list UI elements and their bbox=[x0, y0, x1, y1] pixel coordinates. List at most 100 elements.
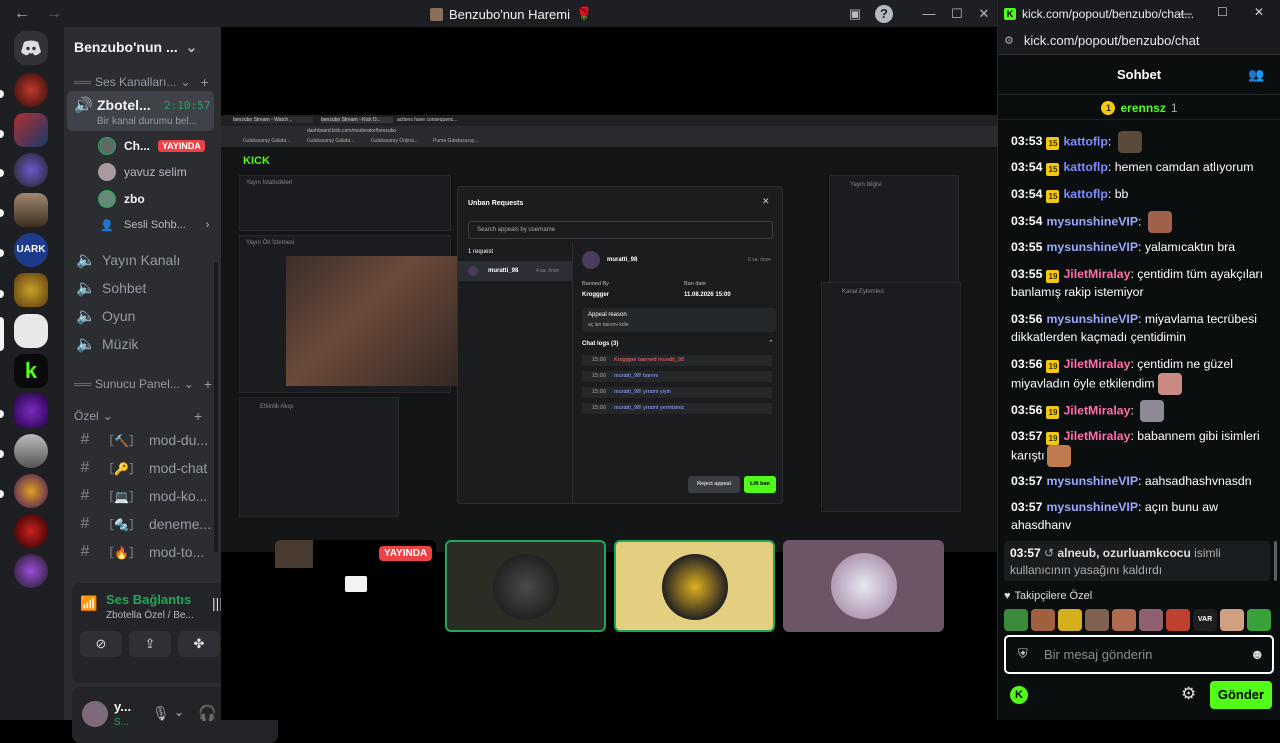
channel-sohbet[interactable]: 🔈 Sohbet bbox=[76, 275, 216, 301]
emote-icon[interactable] bbox=[1004, 609, 1028, 631]
server-icon-5[interactable]: UARK bbox=[14, 233, 48, 267]
emote-icon[interactable] bbox=[1166, 609, 1190, 631]
plus-icon[interactable]: + bbox=[194, 408, 202, 424]
message-username[interactable]: kattoflp bbox=[1063, 187, 1107, 201]
chat-input[interactable]: ⛨ Bir mesaj gönderin ☻ bbox=[1004, 635, 1274, 674]
server-icon-11[interactable] bbox=[14, 514, 48, 548]
category-private[interactable]: Özel ⌄ + bbox=[74, 408, 202, 424]
site-settings-icon[interactable]: ⚙ bbox=[1004, 34, 1014, 47]
emote-icon[interactable] bbox=[1139, 609, 1163, 631]
server-icon-8[interactable] bbox=[14, 394, 48, 428]
server-icon-10[interactable] bbox=[14, 474, 48, 508]
minimize-icon[interactable]: — bbox=[920, 5, 938, 23]
avatar[interactable] bbox=[82, 701, 108, 727]
inbox-icon[interactable]: ▣ bbox=[846, 5, 864, 23]
server-icon-2[interactable] bbox=[14, 113, 48, 147]
channel-mod-to[interactable]: # ［🔥］ mod-to... bbox=[76, 539, 216, 565]
channel-oyun[interactable]: 🔈 Oyun bbox=[76, 303, 216, 329]
server-icon-12[interactable] bbox=[14, 554, 48, 588]
chat-message: 03:55 mysunshineVIP: yalamıcaktın bra bbox=[1011, 238, 1273, 256]
rose-icon: 🌹 bbox=[576, 6, 593, 21]
message-username[interactable]: JiletMiralay bbox=[1063, 267, 1130, 281]
stream-tile-live[interactable]: YAYINDA bbox=[275, 540, 436, 632]
message-username[interactable]: JiletMiralay bbox=[1063, 403, 1130, 417]
microphone-icon[interactable]: 🎙 bbox=[152, 705, 170, 722]
chat-scrollbar[interactable] bbox=[1274, 541, 1277, 581]
gear-icon[interactable]: ⚙ bbox=[1181, 684, 1196, 704]
var-emote-icon[interactable]: VAR bbox=[1193, 609, 1217, 631]
forward-arrow-icon[interactable]: → bbox=[46, 5, 64, 23]
channel-mod-chat[interactable]: # ［🔑］ mod-chat bbox=[76, 455, 216, 481]
server-icon-9[interactable] bbox=[14, 434, 48, 468]
category-panel[interactable]: ══ Sunucu Panel... ⌄ + bbox=[74, 376, 212, 392]
server-icon-3[interactable] bbox=[14, 153, 48, 187]
maximize-icon[interactable]: ☐ bbox=[948, 5, 966, 23]
close-icon[interactable]: ✕ bbox=[975, 5, 993, 23]
users-icon[interactable]: 👥 bbox=[1248, 67, 1264, 83]
emote-icon[interactable] bbox=[1031, 609, 1055, 631]
voice-user-3[interactable]: zbo bbox=[98, 187, 145, 211]
channel-mod-ko[interactable]: # ［💻］ mod-ko... bbox=[76, 483, 216, 509]
emote-icon[interactable] bbox=[1220, 609, 1244, 631]
emoji-icon[interactable]: ☻ bbox=[1250, 646, 1265, 662]
reject-appeal-button[interactable]: Reject appeal bbox=[688, 476, 740, 493]
kick-address-bar[interactable]: ⚙ kick.com/popout/benzubo/chat bbox=[998, 27, 1280, 55]
message-username[interactable]: mysunshineVIP bbox=[1046, 214, 1138, 228]
discord-home-icon[interactable] bbox=[14, 31, 48, 65]
participant-tile-1[interactable] bbox=[445, 540, 606, 632]
voice-user-4[interactable]: 👤 Sesli Sohb... › bbox=[98, 213, 209, 237]
message-username[interactable]: mysunshineVIP bbox=[1046, 312, 1138, 326]
voice-user-1[interactable]: Ch... YAYINDA bbox=[98, 134, 205, 158]
screen-share-view[interactable]: benzubo Stream - Watch... benzubo Stream… bbox=[221, 115, 997, 552]
kick-logo: KICK bbox=[243, 155, 270, 167]
appeal-list-item[interactable]: muratti_98 4 sa. önce bbox=[458, 261, 572, 281]
emote-icon[interactable] bbox=[1085, 609, 1109, 631]
channel-muzik[interactable]: 🔈 Müzik bbox=[76, 331, 216, 357]
close-icon[interactable]: ✕ bbox=[1254, 5, 1264, 19]
send-button[interactable]: Gönder bbox=[1210, 681, 1272, 709]
back-arrow-icon[interactable]: ← bbox=[14, 5, 32, 23]
server-icon-6[interactable] bbox=[14, 273, 48, 307]
sidebar-scrollbar[interactable] bbox=[214, 262, 218, 552]
screen-share-button[interactable]: ⇪ bbox=[129, 631, 171, 657]
voice-user-2[interactable]: yavuz selim bbox=[98, 160, 187, 184]
plus-icon[interactable]: + bbox=[200, 74, 208, 90]
help-icon[interactable]: ? bbox=[875, 5, 893, 23]
appeal-reason-box: Appeal reason aç lan banımı kdle bbox=[582, 308, 776, 332]
lift-ban-button[interactable]: Lift ban bbox=[744, 476, 776, 493]
activities-button[interactable]: ✤ bbox=[178, 631, 220, 657]
channel-deneme[interactable]: # ［🔩］ deneme... bbox=[76, 511, 216, 537]
emote-icon[interactable] bbox=[1058, 609, 1082, 631]
server-icon-1[interactable] bbox=[14, 73, 48, 107]
plus-icon[interactable]: + bbox=[204, 376, 212, 392]
message-username[interactable]: mysunshineVIP bbox=[1046, 474, 1138, 488]
channel-yayin-kanali[interactable]: 🔈 Yayın Kanalı bbox=[76, 247, 216, 273]
maximize-icon[interactable]: ☐ bbox=[1217, 5, 1228, 19]
message-username[interactable]: kattoflp bbox=[1063, 134, 1107, 148]
server-icon-active[interactable] bbox=[14, 314, 48, 348]
close-icon[interactable]: ✕ bbox=[762, 196, 770, 207]
emote-icon[interactable] bbox=[1247, 609, 1271, 631]
minimize-icon[interactable]: — bbox=[1180, 6, 1192, 20]
emote-icon[interactable] bbox=[1112, 609, 1136, 631]
category-voice[interactable]: ══ Ses Kanalları... ⌄ + bbox=[74, 74, 209, 90]
camera-off-button[interactable]: ⊘ bbox=[80, 631, 122, 657]
participant-tile-3[interactable] bbox=[783, 540, 944, 632]
appeals-search-input[interactable]: Search appeals by username bbox=[468, 221, 773, 239]
participant-tile-2[interactable] bbox=[614, 540, 775, 632]
chevron-up-icon[interactable]: ⌃ bbox=[768, 339, 774, 347]
kick-points-icon[interactable]: K bbox=[1010, 686, 1028, 704]
message-username[interactable]: JiletMiralay bbox=[1063, 357, 1130, 371]
kick-server-icon[interactable]: k bbox=[14, 354, 48, 388]
server-icon-4[interactable] bbox=[14, 193, 48, 227]
channel-mod-du[interactable]: # ［🔨］ mod-du... bbox=[76, 427, 216, 453]
voice-channel-active[interactable]: 🔊 Zbotel... 2:10:57 Bir kanal durumu bel… bbox=[67, 91, 214, 131]
message-username[interactable]: JiletMiralay bbox=[1063, 429, 1130, 443]
message-username[interactable]: mysunshineVIP bbox=[1046, 500, 1138, 514]
headphones-icon[interactable]: 🎧 bbox=[198, 704, 217, 722]
guild-header[interactable]: Benzubo'nun ... ⌄ 👤 bbox=[64, 27, 273, 67]
message-username[interactable]: mysunshineVIP bbox=[1046, 240, 1138, 254]
message-text: hemen camdan atlıyorum bbox=[1114, 160, 1254, 174]
chevron-down-icon[interactable]: ⌄ bbox=[174, 705, 184, 719]
message-username[interactable]: kattoflp bbox=[1063, 160, 1107, 174]
